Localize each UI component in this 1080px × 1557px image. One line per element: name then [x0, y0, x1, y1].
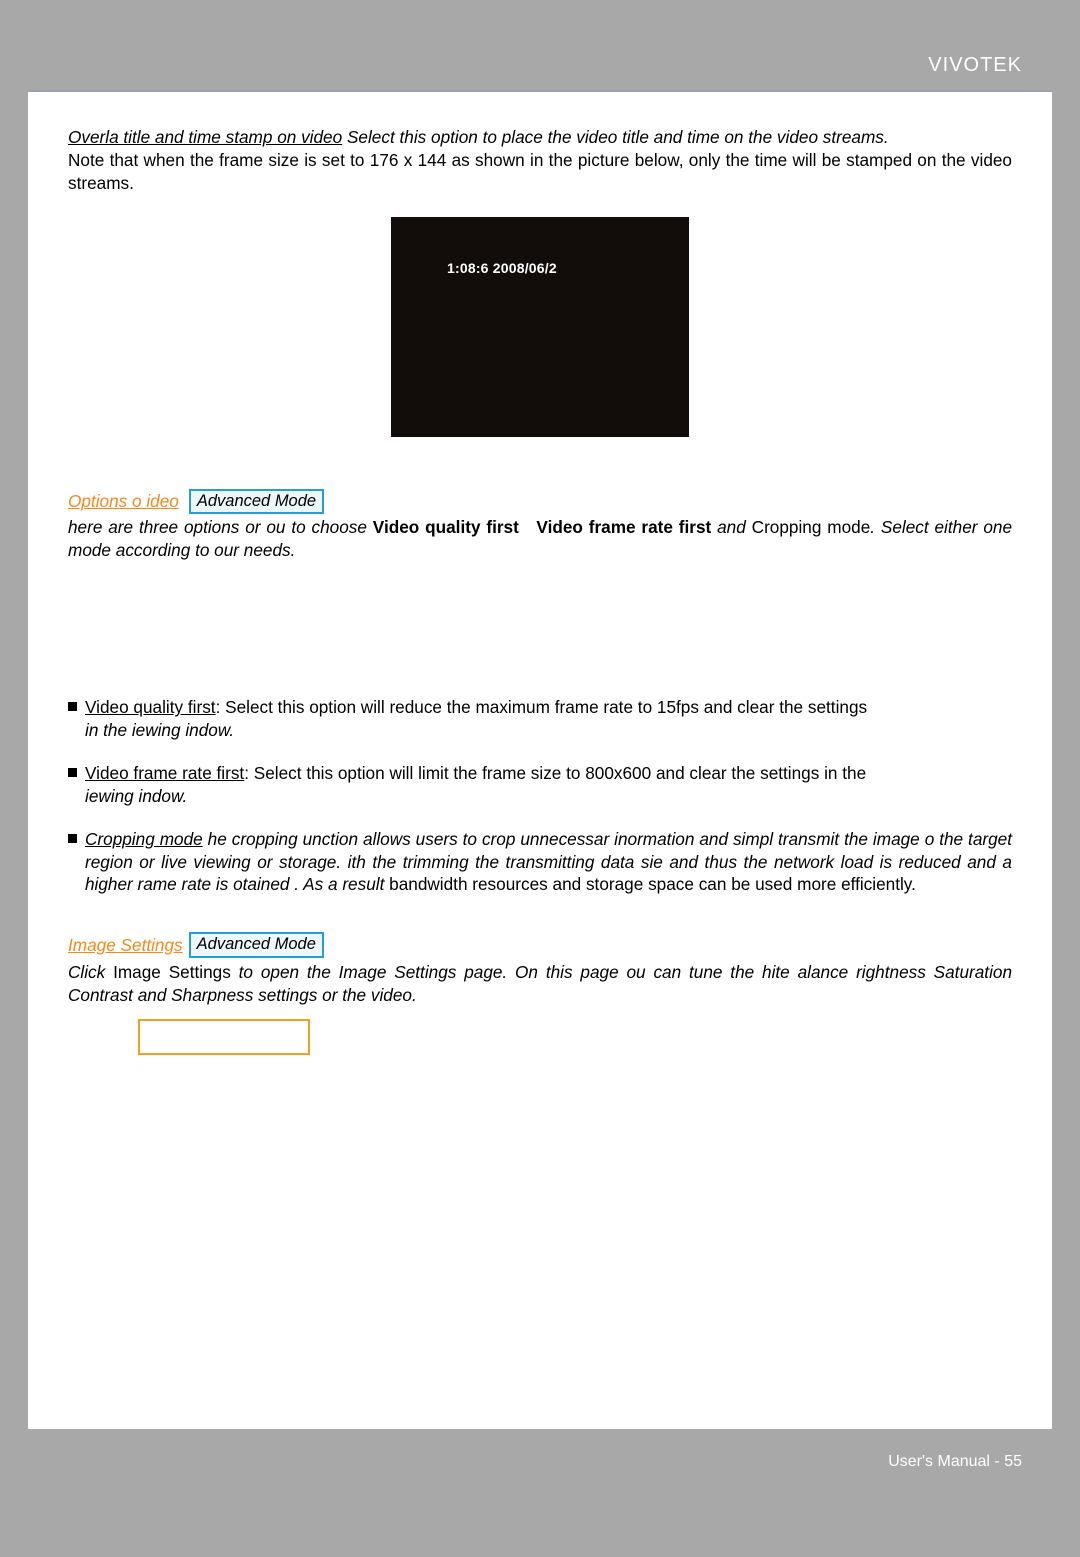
- options-of-video-link[interactable]: Options o ideo: [68, 490, 179, 513]
- options-description: here are three options or ou to choose V…: [68, 516, 1012, 562]
- overlay-paragraph: Overla title and time stamp on video Sel…: [68, 126, 1012, 149]
- options-and: and: [717, 517, 752, 537]
- advanced-mode-badge: Advanced Mode: [189, 932, 324, 958]
- bullet-icon: [68, 702, 77, 711]
- video-timestamp: 1:08:6 2008/06/2: [447, 259, 557, 278]
- section-options-heading: Options o ideo Advanced Mode: [68, 489, 1012, 515]
- bullet3-plain: bandwidth resources and storage space ca…: [389, 874, 916, 894]
- bullet1-italic: in the iewing indow.: [85, 719, 1012, 742]
- bullet-cropping-mode: Cropping mode he cropping unction allows…: [68, 828, 1012, 897]
- header-bar: VIVOTEK: [28, 30, 1052, 90]
- bullet-icon: [68, 834, 77, 843]
- options-crop: Cropping mode: [752, 517, 871, 537]
- image-settings-highlight-box: [138, 1019, 310, 1055]
- section-image-settings-heading: Image Settings Advanced Mode: [68, 932, 1012, 958]
- bullet2-italic: iewing indow.: [85, 785, 1012, 808]
- footer-text: User's Manual -: [888, 1453, 1004, 1470]
- bullet1-tail: : Select this option will reduce the max…: [216, 697, 868, 717]
- bullet3-head: Cropping mode: [85, 829, 203, 849]
- video-preview: 1:08:6 2008/06/2: [391, 217, 689, 437]
- bullet1-head: Video quality first: [85, 697, 216, 717]
- brand-label: VIVOTEK: [928, 54, 1022, 77]
- overlay-note: Note that when the frame size is set to …: [68, 149, 1012, 195]
- options-desc-a: here are three options or ou to choose: [68, 517, 373, 537]
- spacer: [68, 562, 1012, 690]
- footer-page-number: 55: [1004, 1453, 1022, 1470]
- content-area: Overla title and time stamp on video Sel…: [28, 92, 1052, 1055]
- overlay-body: Select this option to place the video ti…: [342, 127, 889, 147]
- overlay-heading: Overla title and time stamp on video: [68, 127, 342, 147]
- bullet-icon: [68, 768, 77, 777]
- document-page: VIVOTEK Overla title and time stamp on v…: [28, 30, 1052, 1497]
- image-settings-link[interactable]: Image Settings: [68, 934, 183, 957]
- bullet3-body2: . As a result: [289, 874, 384, 894]
- options-vqf: Video quality first: [373, 517, 519, 537]
- footer-bar: User's Manual - 55: [28, 1429, 1052, 1497]
- bullet-video-quality-first: Video quality first: Select this option …: [68, 696, 1012, 742]
- options-vfrf: Video frame rate first: [536, 517, 711, 537]
- image-settings-description: Click Image Settings to open the Image S…: [68, 961, 1012, 1007]
- advanced-mode-badge: Advanced Mode: [189, 489, 324, 515]
- image-settings-pre: Click: [68, 962, 113, 982]
- options-bullet-list: Video quality first: Select this option …: [68, 696, 1012, 896]
- footer-page-label: User's Manual - 55: [888, 1453, 1022, 1471]
- bullet-video-framerate-first: Video frame rate first: Select this opti…: [68, 762, 1012, 808]
- image-settings-mid: Image Settings: [113, 962, 231, 982]
- bullet2-tail: : Select this option will limit the fram…: [244, 763, 866, 783]
- bullet2-head: Video frame rate first: [85, 763, 244, 783]
